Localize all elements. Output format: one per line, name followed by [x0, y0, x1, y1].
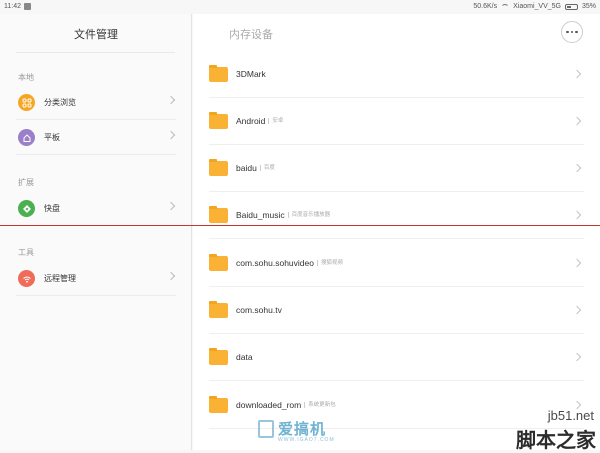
- chevron-right-icon: [166, 271, 176, 281]
- folder-row-baidu[interactable]: baidu 百度: [209, 145, 584, 192]
- folder-icon: [209, 64, 228, 82]
- sidebar-item-remote-manage[interactable]: 远程管理: [16, 262, 176, 296]
- page-title: 内存设备: [229, 29, 273, 41]
- folder-name: com.sohu.tv: [236, 305, 282, 315]
- folder-row-sohu-tv[interactable]: com.sohu.tv: [209, 287, 584, 334]
- watermark-url: jb51.net: [547, 408, 594, 423]
- wifi-remote-icon: [18, 270, 35, 287]
- chevron-right-icon: [572, 69, 582, 79]
- more-button[interactable]: [561, 21, 583, 43]
- folder-name: baidu: [236, 163, 257, 173]
- category-grid-icon: [18, 94, 35, 111]
- section-label-local: 本地: [18, 73, 34, 82]
- folder-icon: [209, 158, 228, 176]
- chevron-right-icon: [572, 116, 582, 126]
- divider: [16, 52, 175, 53]
- sidebar-title: 文件管理: [74, 29, 118, 41]
- sidebar-item-label: 远程管理: [44, 274, 76, 283]
- wifi-icon: [501, 3, 510, 10]
- folder-name: 3DMark: [236, 69, 266, 79]
- folder-icon: [209, 111, 228, 129]
- folder-icon: [209, 205, 228, 223]
- sidebar-item-label: 平板: [44, 133, 60, 142]
- chevron-right-icon: [166, 201, 176, 211]
- watermark-sub: WWW.IGAO7.COM: [278, 437, 335, 443]
- folder-tag: 系统更新包: [304, 402, 336, 408]
- sidebar-item-kuaipan[interactable]: 快盘: [16, 192, 176, 226]
- folder-tag: 百度音乐播放器: [287, 212, 330, 218]
- sidebar-item-label: 快盘: [44, 204, 60, 213]
- status-time: 11:42: [4, 3, 21, 10]
- sidebar: 文件管理 本地 分类浏览 平板 扩展 快盘 工具 远程管理: [0, 14, 192, 450]
- folder-tag: 安卓: [268, 118, 283, 124]
- folder-tag: 搜狐视频: [316, 260, 343, 266]
- main-panel: 内存设备 3DMark Android 安卓 baidu 百度 Baidu_mu…: [193, 14, 600, 450]
- folder-name: com.sohu.sohuvideo: [236, 258, 314, 268]
- folder-row-baidu-music[interactable]: Baidu_music 百度音乐播放器: [209, 192, 584, 239]
- status-bar: 11:42 50.6K/s Xiaomi_VV_5G 35%: [0, 0, 600, 14]
- folder-name: Android: [236, 116, 266, 126]
- chevron-right-icon: [572, 258, 582, 268]
- watermark-logo-icon: [258, 419, 274, 438]
- folder-icon: [209, 395, 228, 413]
- sidebar-item-label: 分类浏览: [44, 98, 76, 107]
- watermark-text: 爱搞机: [278, 421, 327, 438]
- notification-icon: [24, 3, 31, 10]
- folder-icon: [209, 253, 228, 271]
- folder-name: Baidu_music: [236, 210, 285, 220]
- folder-tag: 百度: [259, 165, 275, 171]
- kuaipan-icon: [18, 200, 35, 217]
- folder-row-android[interactable]: Android 安卓: [209, 98, 584, 145]
- chevron-right-icon: [572, 163, 582, 173]
- folder-icon: [209, 347, 228, 365]
- folder-row-3dmark[interactable]: 3DMark: [209, 51, 584, 98]
- network-name: Xiaomi_VV_5G: [513, 3, 561, 10]
- network-speed: 50.6K/s: [473, 3, 498, 10]
- battery-icon: [564, 3, 578, 10]
- home-tablet-icon: [18, 129, 35, 146]
- folder-name: data: [236, 352, 253, 362]
- folder-row-sohuvideo[interactable]: com.sohu.sohuvideo 搜狐视频: [209, 240, 584, 287]
- more-icon: [566, 30, 569, 34]
- folder-row-data[interactable]: data: [209, 334, 584, 381]
- chevron-right-icon: [166, 130, 176, 140]
- battery-level: 35%: [581, 3, 596, 10]
- watermark-site-name: 脚本之家: [516, 430, 596, 452]
- red-divider-line: [0, 225, 600, 226]
- chevron-right-icon: [166, 95, 176, 105]
- chevron-right-icon: [572, 210, 582, 220]
- sidebar-item-tablet[interactable]: 平板: [16, 121, 176, 155]
- section-label-extend: 扩展: [18, 178, 34, 187]
- section-label-tools: 工具: [18, 248, 34, 257]
- watermark-left: 爱搞机: [258, 418, 326, 439]
- folder-icon: [209, 300, 228, 318]
- sidebar-item-category-browse[interactable]: 分类浏览: [16, 86, 176, 120]
- chevron-right-icon: [572, 305, 582, 315]
- folder-name: downloaded_rom: [236, 400, 302, 410]
- chevron-right-icon: [572, 352, 582, 362]
